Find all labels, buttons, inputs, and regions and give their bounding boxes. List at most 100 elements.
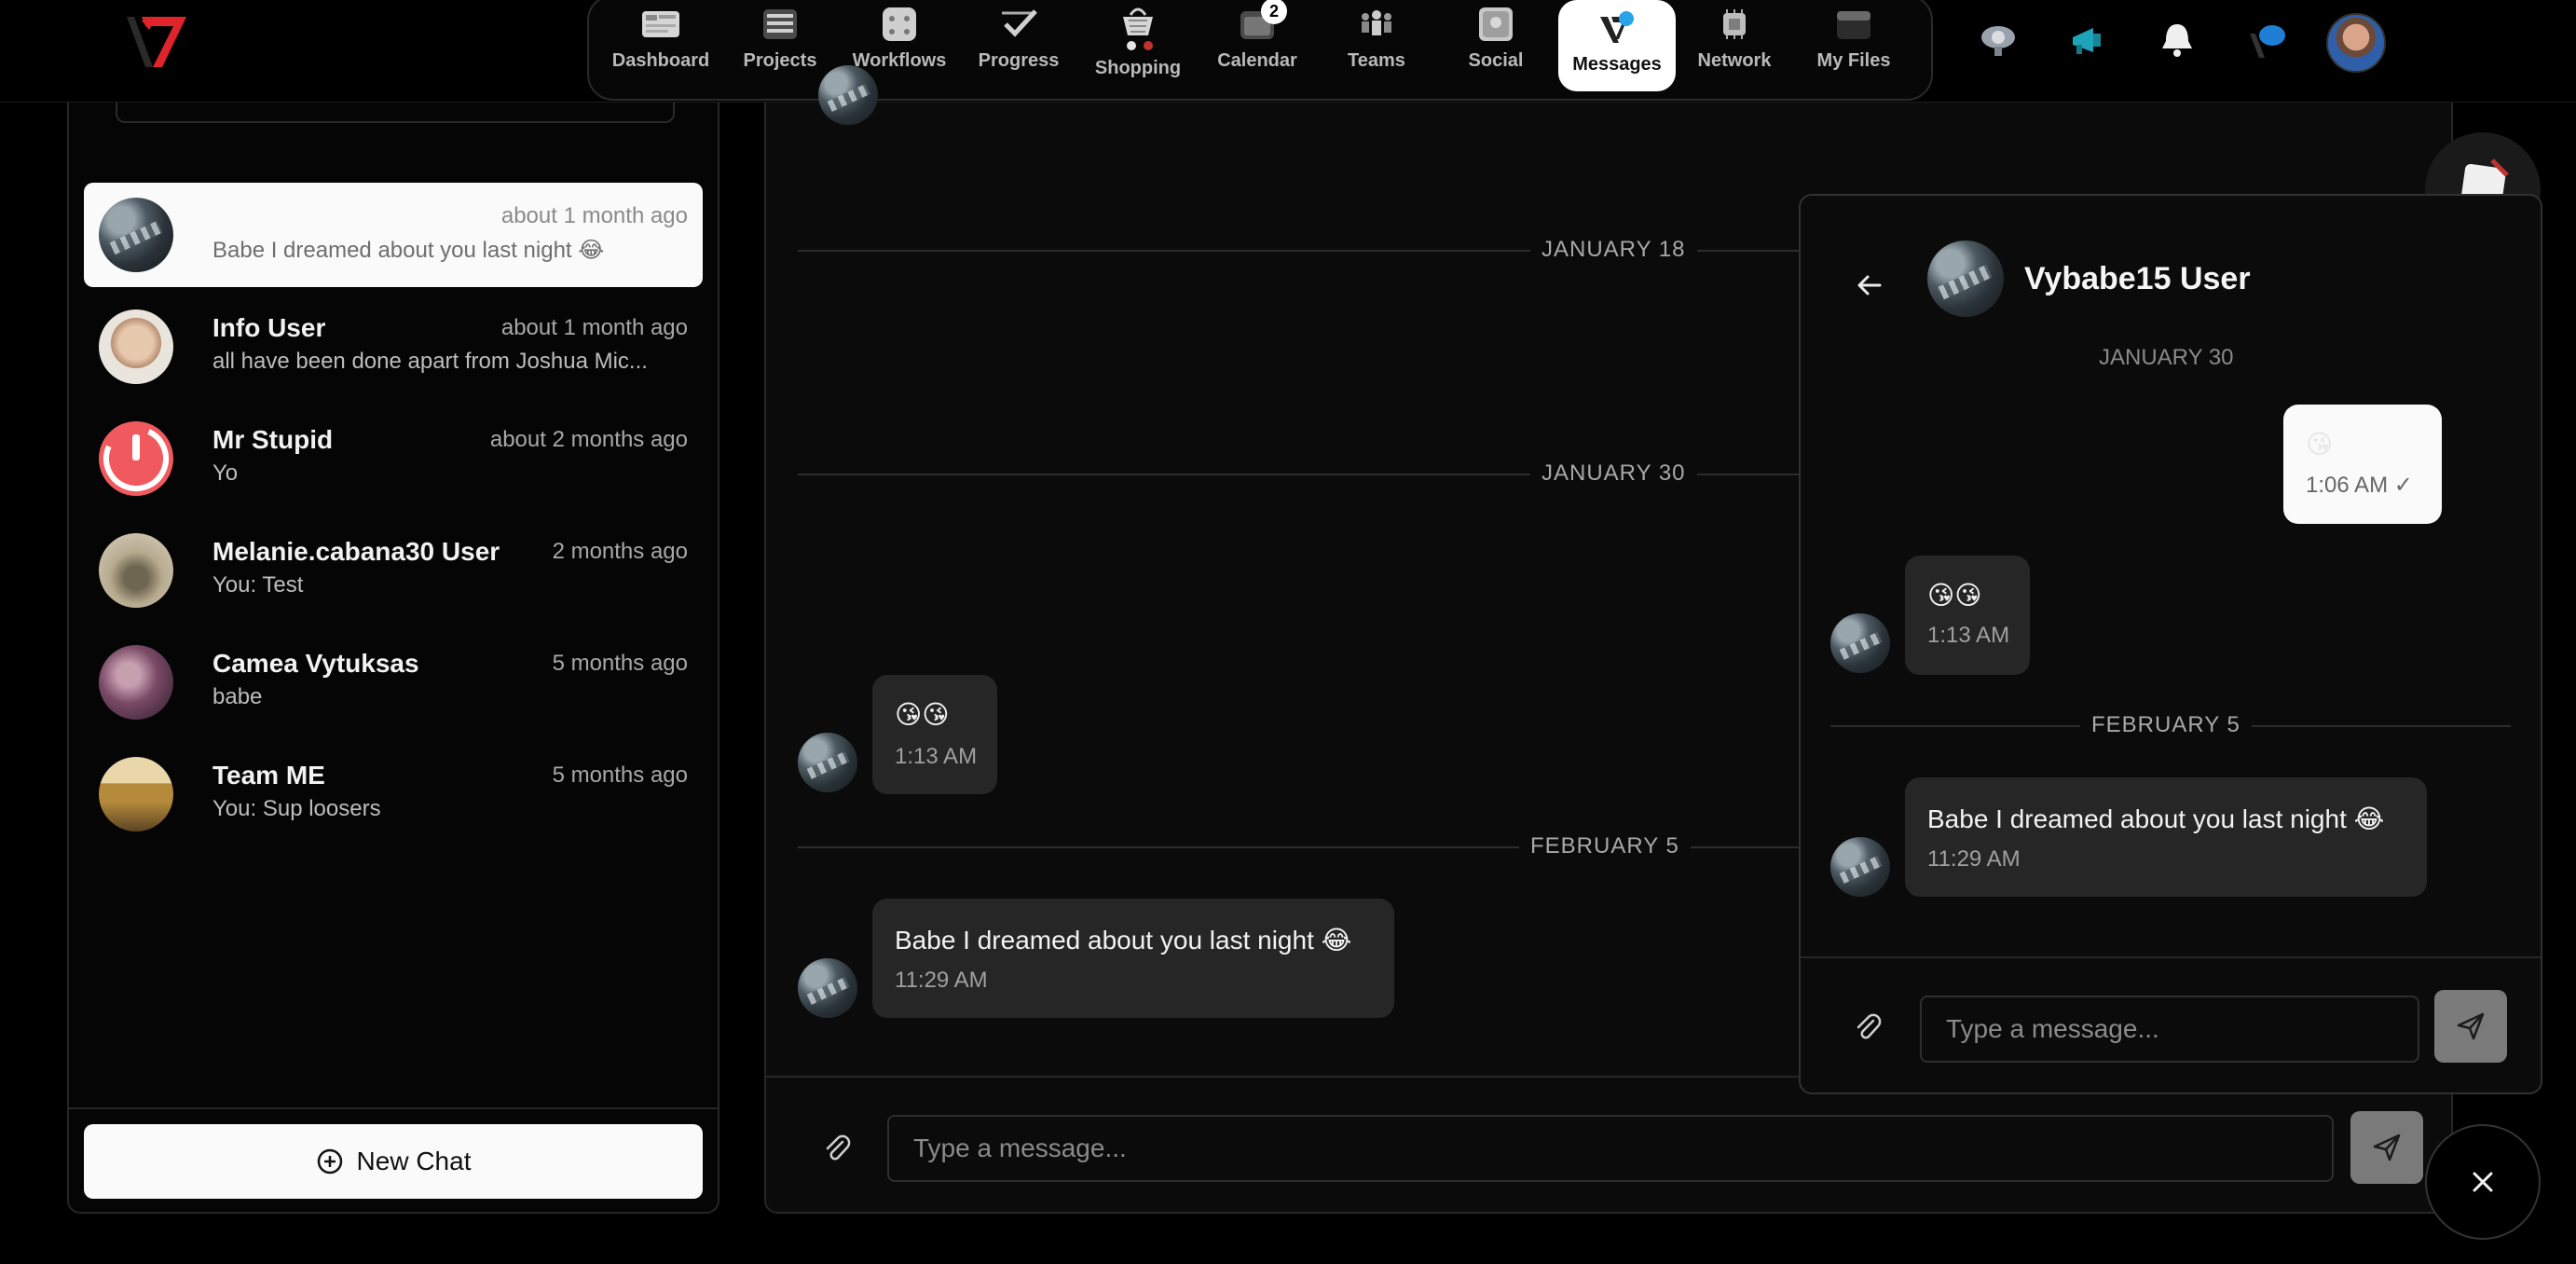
message-text: 😘😘 bbox=[1927, 581, 1982, 610]
main-nav: Dashboard Projects Workflows Progress Sh… bbox=[587, 0, 1933, 101]
conversation-item[interactable]: Camea Vytuksas 5 months ago babe bbox=[84, 630, 703, 735]
send-button[interactable] bbox=[2350, 1111, 2423, 1184]
app-logo[interactable] bbox=[121, 7, 196, 73]
conversation-preview: Babe I dreamed about you last night 😂 bbox=[212, 238, 605, 263]
conversation-preview: babe bbox=[212, 684, 263, 709]
plus-circle-icon bbox=[317, 1148, 342, 1175]
conversation-time: 5 months ago bbox=[552, 763, 688, 788]
message-bubble-outgoing: 😘 1:06 AM ✓ bbox=[2283, 405, 2442, 524]
conversation-item[interactable]: about 1 month ago Babe I dreamed about y… bbox=[84, 183, 703, 287]
conversation-time: about 1 month ago bbox=[500, 315, 688, 340]
conversation-item[interactable]: Info User about 1 month ago all have bee… bbox=[84, 295, 703, 399]
nav-teams[interactable]: Teams bbox=[1318, 0, 1435, 91]
message-bubble: 😘😘 1:13 AM bbox=[1905, 556, 2030, 675]
message-time: 1:13 AM bbox=[1927, 623, 2010, 648]
conversation-name: Team ME bbox=[212, 761, 325, 790]
conversation-time: 5 months ago bbox=[552, 651, 688, 676]
nav-calendar[interactable]: 2 Calendar bbox=[1199, 0, 1316, 91]
message-text: Babe I dreamed about you last night 😂 bbox=[1927, 804, 2385, 833]
nav-my-files[interactable]: My Files bbox=[1795, 0, 1912, 91]
avatar bbox=[99, 757, 173, 831]
checkmark-icon bbox=[998, 6, 1039, 43]
user-avatar[interactable] bbox=[2326, 13, 2386, 73]
divider bbox=[1801, 956, 2541, 958]
message-text: 😘😘 bbox=[895, 700, 950, 729]
nav-social[interactable]: Social bbox=[1437, 0, 1555, 91]
nav-progress[interactable]: Progress bbox=[960, 0, 1077, 91]
nav-label: Messages bbox=[1572, 54, 1662, 75]
popup-send-button[interactable] bbox=[2434, 990, 2507, 1063]
avatar bbox=[1830, 837, 1890, 897]
message-bubble: Babe I dreamed about you last night 😂 11… bbox=[872, 899, 1394, 1018]
avatar bbox=[798, 733, 857, 792]
message-time: 11:29 AM bbox=[895, 968, 988, 993]
conversation-preview: all have been done apart from Joshua Mic… bbox=[212, 349, 648, 374]
avatar bbox=[99, 421, 173, 496]
nav-network[interactable]: Network bbox=[1676, 0, 1793, 91]
message-input[interactable] bbox=[887, 1115, 2334, 1182]
conversation-name: Info User bbox=[212, 313, 326, 342]
calendar-icon: 2 bbox=[1237, 0, 1287, 43]
messages-icon bbox=[1596, 9, 1637, 47]
calendar-badge: 2 bbox=[1261, 0, 1287, 24]
bell-icon[interactable] bbox=[2153, 17, 2201, 65]
date-separator: FEBRUARY 5 bbox=[2080, 712, 2252, 738]
megaphone-icon[interactable] bbox=[2063, 17, 2112, 65]
new-chat-button[interactable]: New Chat bbox=[84, 1124, 703, 1199]
nav-label: Network bbox=[1697, 50, 1772, 71]
back-arrow-icon[interactable] bbox=[1849, 265, 1890, 306]
shopping-basket-icon bbox=[1117, 6, 1158, 50]
conversation-preview: You: Sup loosers bbox=[212, 796, 381, 821]
nav-label: Progress bbox=[978, 50, 1060, 71]
message-time: 11:29 AM bbox=[1927, 846, 2021, 872]
message-text: Babe I dreamed about you last night 😂 bbox=[895, 926, 1352, 955]
nav-dashboard[interactable]: Dashboard bbox=[602, 0, 719, 91]
support-icon[interactable] bbox=[1974, 17, 2022, 65]
conversation-name: Melanie.cabana30 User bbox=[212, 537, 500, 566]
date-separator: JANUARY 30 bbox=[1530, 460, 1697, 487]
nav-label: Workflows bbox=[852, 50, 947, 71]
close-icon bbox=[2473, 1172, 2493, 1192]
nav-projects[interactable]: Projects bbox=[721, 0, 839, 91]
social-icon bbox=[1475, 6, 1516, 43]
send-icon bbox=[2373, 1133, 2401, 1161]
team-icon bbox=[1356, 6, 1397, 43]
chat-bubble-icon[interactable] bbox=[2242, 17, 2291, 65]
message-bubble: 😘😘 1:13 AM bbox=[872, 675, 997, 794]
send-icon bbox=[2457, 1012, 2485, 1040]
conversation-preview: You: Test bbox=[212, 572, 304, 598]
nav-label: My Files bbox=[1816, 50, 1891, 71]
divider bbox=[69, 1107, 718, 1109]
popup-message-input[interactable] bbox=[1920, 996, 2419, 1063]
contact-name: Vybabe15 User bbox=[2024, 261, 2251, 296]
conversation-item[interactable]: Melanie.cabana30 User 2 months ago You: … bbox=[84, 518, 703, 623]
conversation-item[interactable]: Mr Stupid about 2 months ago Yo bbox=[84, 406, 703, 511]
avatar bbox=[1927, 240, 2004, 317]
nav-label: Calendar bbox=[1217, 50, 1297, 71]
avatar bbox=[99, 645, 173, 720]
paperclip-icon[interactable] bbox=[816, 1128, 857, 1169]
carousel-dots bbox=[1127, 41, 1153, 50]
avatar bbox=[99, 533, 173, 608]
avatar bbox=[818, 65, 878, 125]
conversation-list-panel: about 1 month ago Babe I dreamed about y… bbox=[67, 103, 719, 1214]
nav-label: Projects bbox=[743, 50, 817, 71]
nav-label: Shopping bbox=[1094, 58, 1182, 78]
conversation-item[interactable]: Team ME 5 months ago You: Sup loosers bbox=[84, 742, 703, 846]
message-time: 1:13 AM bbox=[895, 744, 978, 769]
workflows-icon bbox=[879, 6, 920, 43]
message-time: 1:06 AM ✓ bbox=[2306, 473, 2413, 498]
conversation-name: Mr Stupid bbox=[212, 425, 334, 454]
avatar bbox=[99, 309, 173, 384]
nav-label: Dashboard bbox=[611, 50, 710, 71]
nav-messages[interactable]: Messages bbox=[1558, 0, 1676, 91]
close-chat-button[interactable] bbox=[2425, 1124, 2541, 1240]
nav-shopping[interactable]: Shopping bbox=[1079, 0, 1197, 91]
dashboard-icon bbox=[640, 6, 681, 43]
new-chat-label: New Chat bbox=[356, 1147, 472, 1175]
conversation-name: Camea Vytuksas bbox=[212, 649, 419, 678]
network-chip-icon bbox=[1714, 6, 1755, 43]
paperclip-icon[interactable] bbox=[1847, 1007, 1888, 1048]
search-input[interactable] bbox=[116, 103, 675, 123]
conversation-time: 2 months ago bbox=[552, 539, 688, 564]
